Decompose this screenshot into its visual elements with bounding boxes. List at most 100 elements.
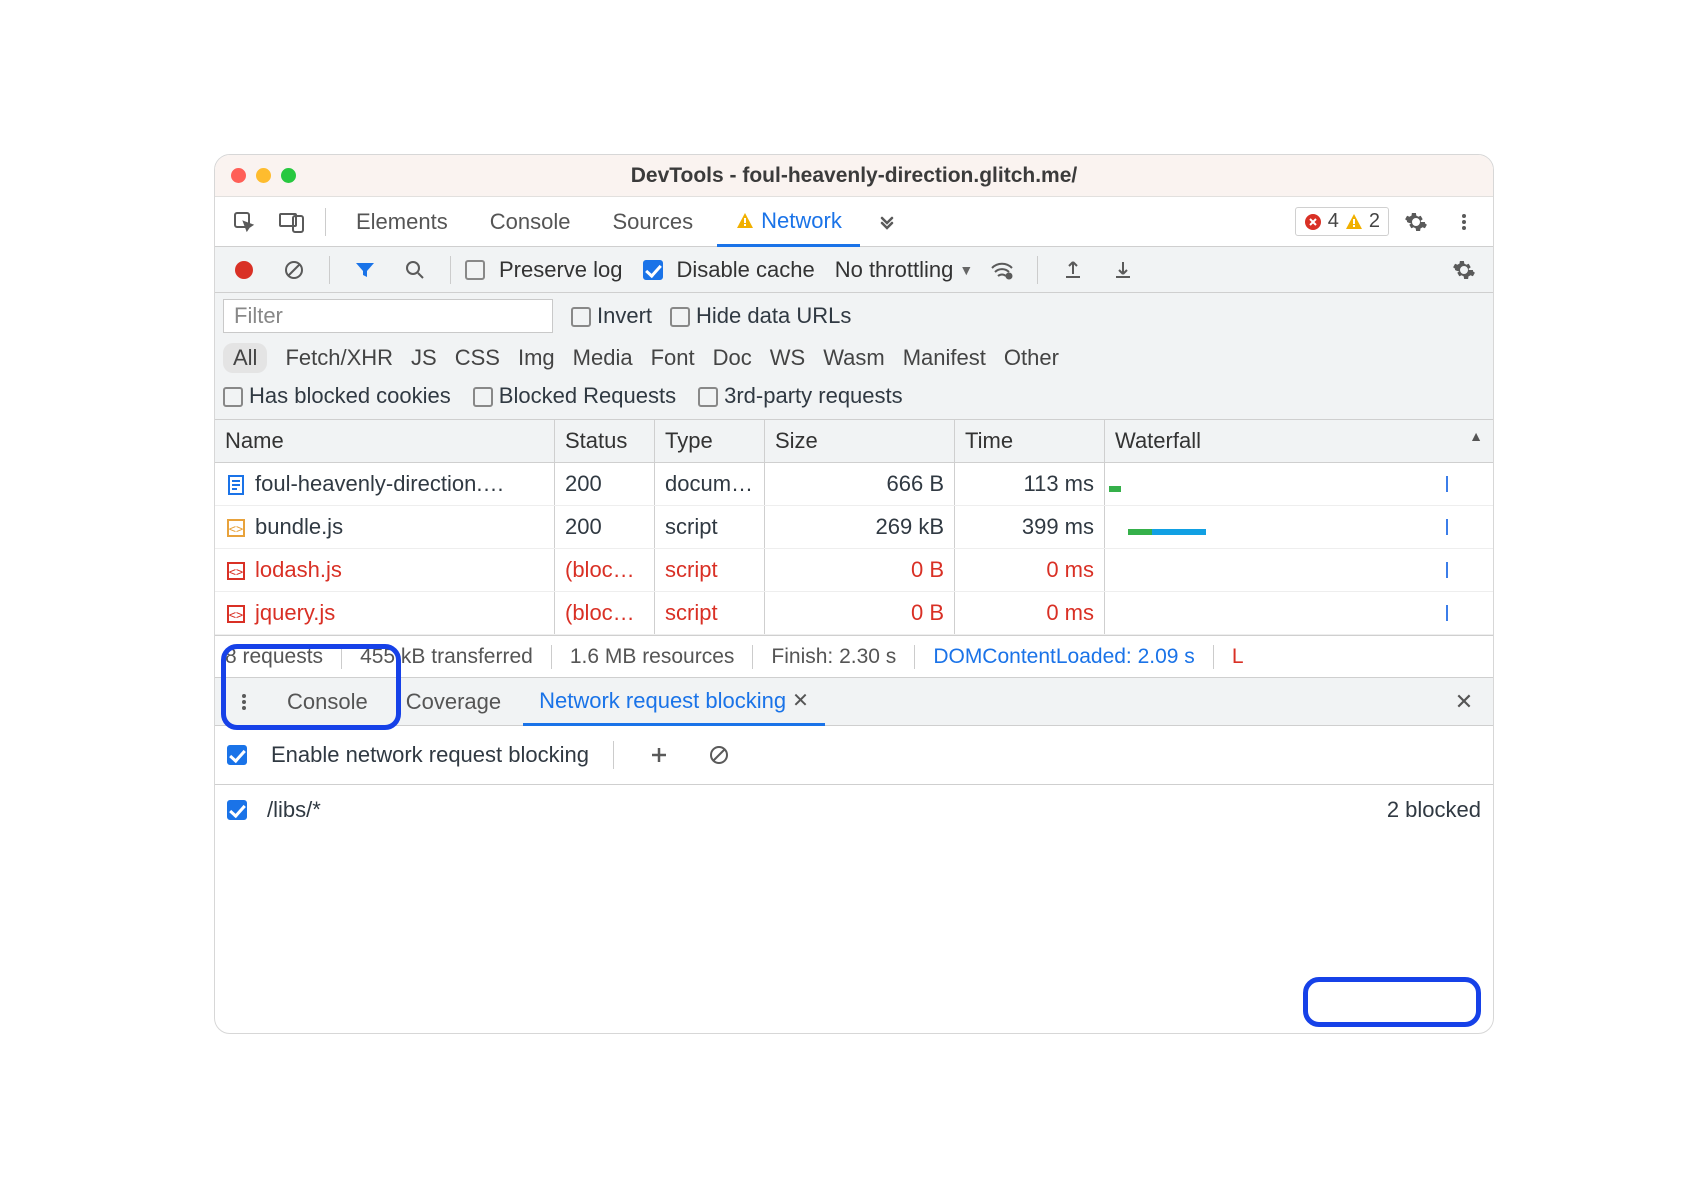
blocked-requests-checkbox[interactable] (473, 387, 493, 407)
enable-blocking-checkbox[interactable] (227, 745, 247, 765)
type-chip-doc[interactable]: Doc (713, 345, 752, 371)
drawer-tab-coverage[interactable]: Coverage (390, 678, 517, 725)
type-chip-manifest[interactable]: Manifest (903, 345, 986, 371)
cell-size: 666 B (765, 463, 955, 505)
settings-icon[interactable] (1395, 203, 1437, 241)
panel-settings-icon[interactable] (1443, 251, 1485, 289)
col-label: Waterfall (1115, 428, 1201, 453)
file-type-icon (225, 474, 247, 496)
cell-name: jquery.js (255, 600, 335, 625)
type-chip-img[interactable]: Img (518, 345, 555, 371)
status-finish: Finish: 2.30 s (771, 645, 896, 669)
table-row[interactable]: <>jquery.js(bloc…script0 B0 ms (215, 592, 1493, 635)
search-icon[interactable] (394, 251, 436, 289)
throttling-select[interactable]: No throttling ▼ (835, 257, 973, 283)
type-chip-font[interactable]: Font (651, 345, 695, 371)
invert-checkbox[interactable] (571, 307, 591, 327)
disable-cache-checkbox[interactable] (643, 260, 663, 280)
col-waterfall[interactable]: Waterfall▲ (1105, 420, 1493, 462)
type-chip-fetch-xhr[interactable]: Fetch/XHR (285, 345, 393, 371)
type-chip-css[interactable]: CSS (455, 345, 500, 371)
drawer-kebab-icon[interactable] (223, 683, 265, 721)
third-party-checkbox[interactable] (698, 387, 718, 407)
cell-status: 200 (555, 463, 655, 505)
record-button[interactable] (223, 251, 265, 289)
cell-status: (bloc… (555, 592, 655, 634)
tab-sources[interactable]: Sources (594, 197, 711, 246)
device-toolbar-icon[interactable] (271, 203, 313, 241)
col-size[interactable]: Size (765, 420, 955, 462)
kebab-menu-icon[interactable] (1443, 203, 1485, 241)
col-label: Type (665, 428, 713, 453)
clear-button[interactable] (273, 251, 315, 289)
preserve-log-label: Preserve log (499, 257, 623, 283)
type-chip-ws[interactable]: WS (770, 345, 805, 371)
cell-name: bundle.js (255, 514, 343, 539)
drawer-tab-network-request-blocking[interactable]: Network request blocking ✕ (523, 679, 825, 726)
close-window-button[interactable] (231, 168, 246, 183)
file-type-icon: <> (225, 517, 247, 539)
close-drawer-icon[interactable]: ✕ (1443, 683, 1485, 721)
preserve-log-checkbox[interactable] (465, 260, 485, 280)
network-toolbar: Preserve log Disable cache No throttling… (215, 247, 1493, 293)
issues-counter[interactable]: 4 2 (1295, 207, 1389, 236)
zoom-window-button[interactable] (281, 168, 296, 183)
drawer-tab-console[interactable]: Console (271, 678, 384, 725)
col-time[interactable]: Time (955, 420, 1105, 462)
status-resources: 1.6 MB resources (570, 645, 735, 669)
pattern-enabled-checkbox[interactable] (227, 800, 247, 820)
blocking-pattern-row[interactable]: /libs/* 2 blocked (215, 785, 1493, 835)
col-status[interactable]: Status (555, 420, 655, 462)
main-tabstrip: Elements Console Sources Network 4 2 (215, 197, 1493, 247)
tab-label: Network (761, 208, 842, 234)
warning-icon (1345, 213, 1363, 231)
col-name[interactable]: Name (215, 420, 555, 462)
divider (613, 741, 614, 769)
table-row[interactable]: <>lodash.js(bloc…script0 B0 ms (215, 549, 1493, 592)
warning-icon (735, 211, 755, 231)
type-chip-other[interactable]: Other (1004, 345, 1059, 371)
table-body: foul-heavenly-direction.…200docum…666 B1… (215, 463, 1493, 635)
file-type-icon: <> (225, 560, 247, 582)
annotation-highlight (1303, 977, 1481, 1027)
tab-elements[interactable]: Elements (338, 197, 466, 246)
svg-text:<>: <> (229, 608, 243, 622)
minimize-window-button[interactable] (256, 168, 271, 183)
filter-input[interactable]: Filter (223, 299, 553, 333)
remove-all-patterns-icon[interactable] (698, 736, 740, 774)
cell-name: foul-heavenly-direction.… (255, 471, 504, 496)
filter-toggle-icon[interactable] (344, 251, 386, 289)
tab-console[interactable]: Console (472, 197, 589, 246)
drawer-tabstrip: Console Coverage Network request blockin… (215, 678, 1493, 726)
cell-waterfall (1105, 519, 1493, 535)
network-table: Name Status Type Size Time Waterfall▲ fo… (215, 420, 1493, 635)
tab-label: Console (490, 209, 571, 235)
type-chip-all[interactable]: All (223, 343, 267, 373)
close-tab-icon[interactable]: ✕ (792, 688, 809, 713)
more-tabs-icon[interactable] (866, 203, 908, 241)
hide-data-urls-checkbox[interactable] (670, 307, 690, 327)
table-row[interactable]: foul-heavenly-direction.…200docum…666 B1… (215, 463, 1493, 506)
export-har-icon[interactable] (1102, 251, 1144, 289)
cell-type: script (655, 592, 765, 634)
has-blocked-cookies-checkbox[interactable] (223, 387, 243, 407)
table-row[interactable]: <>bundle.js200script269 kB399 ms (215, 506, 1493, 549)
type-chip-wasm[interactable]: Wasm (823, 345, 885, 371)
col-label: Time (965, 428, 1013, 453)
tab-network[interactable]: Network (717, 198, 860, 247)
network-conditions-icon[interactable] (981, 251, 1023, 289)
cell-type: docum… (655, 463, 765, 505)
type-chip-js[interactable]: JS (411, 345, 437, 371)
inspect-element-icon[interactable] (223, 203, 265, 241)
import-har-icon[interactable] (1052, 251, 1094, 289)
type-chip-media[interactable]: Media (573, 345, 633, 371)
filter-area: Filter Invert Hide data URLs AllFetch/XH… (215, 293, 1493, 420)
tab-label: Sources (612, 209, 693, 235)
has-blocked-cookies-label: Has blocked cookies (249, 383, 451, 408)
tab-label: Elements (356, 209, 448, 235)
svg-text:<>: <> (229, 565, 243, 579)
col-type[interactable]: Type (655, 420, 765, 462)
window-title: DevTools - foul-heavenly-direction.glitc… (215, 164, 1493, 188)
cell-type: script (655, 506, 765, 548)
add-pattern-icon[interactable] (638, 736, 680, 774)
